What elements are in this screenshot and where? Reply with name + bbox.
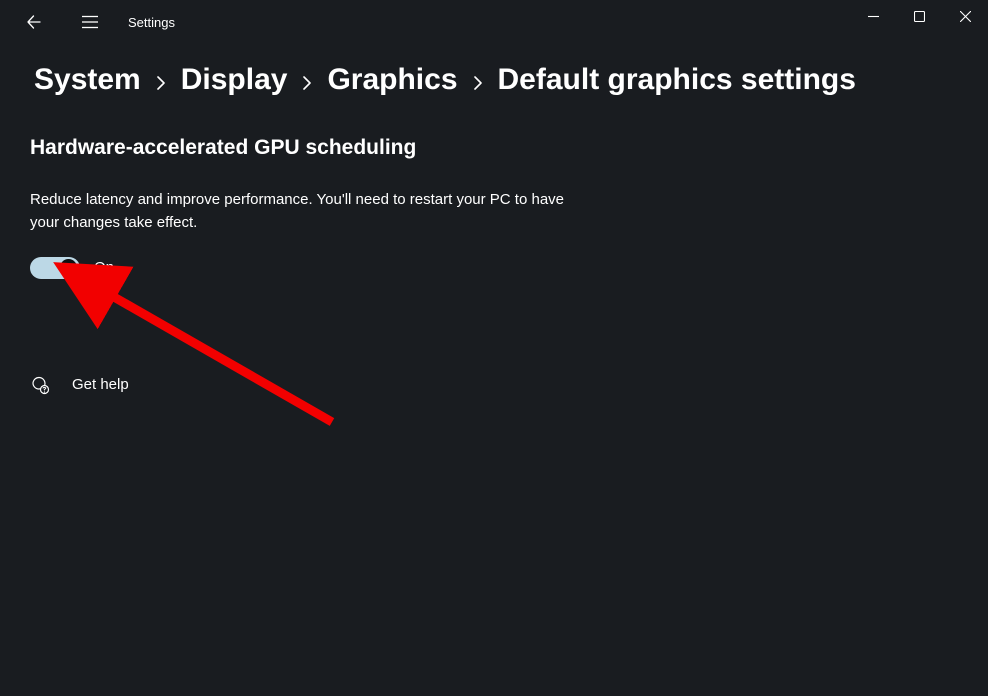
- breadcrumb: System Display Graphics Default graphics…: [0, 44, 988, 98]
- help-icon: [30, 375, 50, 395]
- close-icon: [960, 11, 971, 22]
- minimize-button[interactable]: [850, 0, 896, 32]
- hamburger-icon: [82, 15, 98, 29]
- help-label: Get help: [72, 376, 129, 393]
- toggle-knob: [60, 259, 77, 276]
- section-description: Reduce latency and improve performance. …: [30, 188, 595, 235]
- titlebar: Settings: [0, 0, 988, 44]
- close-button[interactable]: [942, 0, 988, 32]
- gpu-scheduling-toggle[interactable]: [30, 257, 80, 279]
- content-area: Hardware-accelerated GPU scheduling Redu…: [0, 98, 988, 395]
- chevron-right-icon: [299, 75, 315, 91]
- back-arrow-icon: [26, 14, 42, 30]
- maximize-icon: [914, 11, 925, 22]
- hamburger-button[interactable]: [70, 2, 110, 42]
- breadcrumb-system[interactable]: System: [34, 62, 141, 98]
- minimize-icon: [868, 11, 879, 22]
- toggle-state-label: On: [94, 259, 114, 276]
- gpu-scheduling-toggle-row: On: [30, 257, 988, 279]
- section-title: Hardware-accelerated GPU scheduling: [30, 136, 988, 160]
- chevron-right-icon: [153, 75, 169, 91]
- breadcrumb-current: Default graphics settings: [498, 62, 856, 98]
- chevron-right-icon: [470, 75, 486, 91]
- window-controls: [850, 0, 988, 32]
- breadcrumb-graphics[interactable]: Graphics: [327, 62, 457, 98]
- breadcrumb-display[interactable]: Display: [181, 62, 288, 98]
- back-button[interactable]: [14, 2, 54, 42]
- get-help-link[interactable]: Get help: [30, 375, 988, 395]
- app-title: Settings: [128, 15, 175, 30]
- maximize-button[interactable]: [896, 0, 942, 32]
